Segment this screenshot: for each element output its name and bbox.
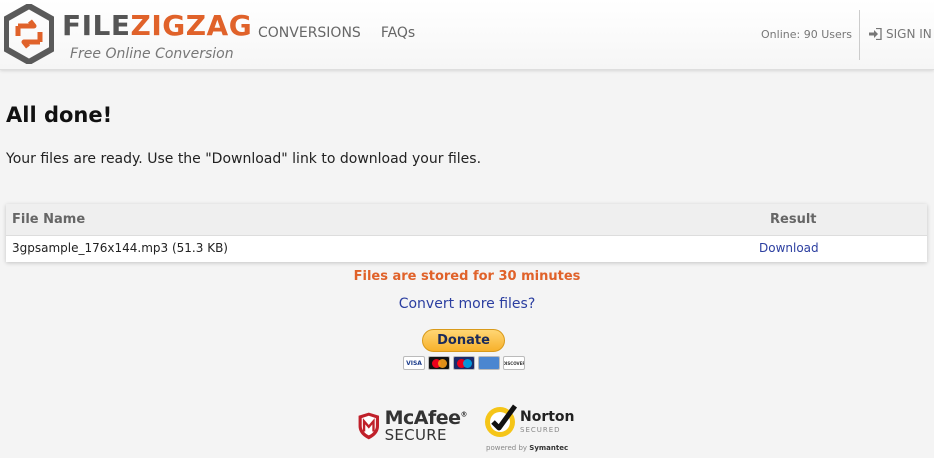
nav-conversions[interactable]: CONVERSIONS (258, 25, 361, 41)
sign-in-label: SIGN IN (886, 27, 932, 41)
file-name-cell: 3gpsample_176x144.mp3 (51.3 KB) (12, 241, 228, 255)
convert-more-wrapper: Convert more files? (0, 293, 934, 312)
online-users-count: Online: 90 Users (761, 28, 852, 41)
norton-symantec: Symantec (529, 444, 569, 452)
payment-cards: VISA DISCOVER (403, 356, 525, 370)
norton-name: Norton (520, 409, 575, 425)
convert-more-link[interactable]: Convert more files? (399, 296, 536, 312)
results-table: File Name Result 3gpsample_176x144.mp3 (… (6, 204, 927, 262)
visa-card-icon: VISA (403, 356, 425, 370)
table-row: 3gpsample_176x144.mp3 (51.3 KB) Download (6, 236, 927, 262)
table-header: File Name Result (6, 204, 927, 236)
logo-tagline: Free Online Conversion (70, 46, 234, 62)
column-header-file-name: File Name (12, 212, 86, 227)
logo-wordmark-file: FILE (62, 9, 131, 42)
column-header-result: Result (770, 212, 817, 227)
amex-card-icon (478, 356, 500, 370)
download-link[interactable]: Download (759, 241, 819, 255)
site-header: FILEZIGZAG Free Online Conversion CONVER… (0, 0, 934, 70)
site-logo[interactable]: FILEZIGZAG Free Online Conversion (4, 4, 252, 66)
discover-card-icon: DISCOVER (503, 356, 525, 370)
norton-secured-badge[interactable]: Norton SECURED powered by Symantec (482, 401, 576, 455)
storage-notice: Files are stored for 30 minutes (353, 269, 581, 284)
sign-in-icon (869, 28, 882, 40)
page-title: All done! (6, 103, 113, 127)
page-subtitle: Your files are ready. Use the "Download"… (6, 151, 482, 167)
mastercard-icon (428, 356, 450, 370)
donate-button[interactable]: Donate (422, 329, 505, 352)
mcafee-sub: SECURE (384, 426, 447, 444)
mcafee-secure-badge[interactable]: McAfee® SECURE (357, 405, 467, 447)
norton-powered-text: powered by (486, 444, 528, 452)
mcafee-text: McAfee® SECURE (384, 409, 468, 444)
logo-wordmark: FILEZIGZAG (62, 12, 252, 40)
norton-check-icon (485, 404, 518, 437)
main-nav: CONVERSIONS FAQs (258, 25, 415, 41)
mcafee-registered-mark: ® (460, 410, 468, 419)
maestro-card-icon (453, 356, 475, 370)
norton-secured-label: SECURED (520, 426, 561, 434)
nav-faqs[interactable]: FAQs (381, 25, 415, 41)
sign-in-link[interactable]: SIGN IN (869, 27, 932, 41)
mcafee-shield-icon (358, 412, 380, 440)
header-divider (859, 10, 860, 60)
zigzag-logo-icon (4, 4, 54, 64)
norton-powered-by: powered by Symantec (486, 444, 568, 452)
logo-wordmark-zigzag: ZIGZAG (130, 9, 253, 42)
